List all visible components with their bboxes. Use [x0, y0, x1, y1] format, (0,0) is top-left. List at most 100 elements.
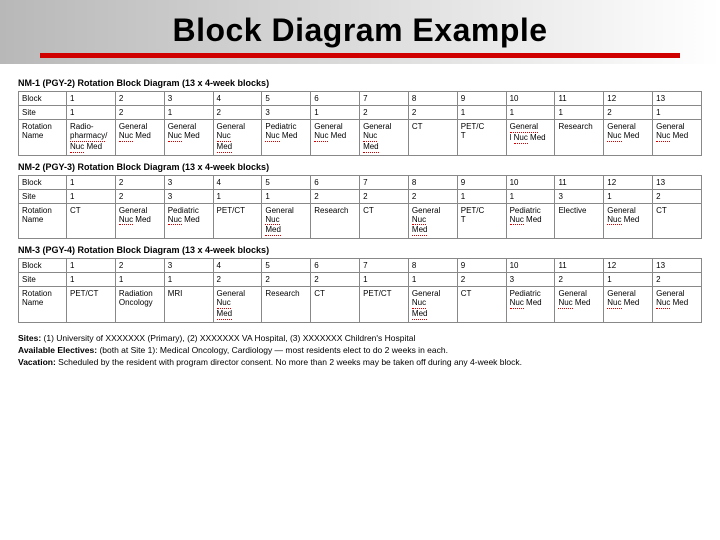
cell: 2 — [311, 189, 360, 203]
cell: CT — [457, 287, 506, 323]
cell: General NucMed — [213, 120, 262, 156]
electives-label: Available Electives: — [18, 345, 97, 355]
cell: General NucMed — [360, 120, 409, 156]
cell: Research — [555, 120, 604, 156]
cell: 7 — [360, 92, 409, 106]
row-label: Site — [19, 273, 67, 287]
table-row: Site1112221123212 — [19, 273, 702, 287]
cell: 2 — [115, 189, 164, 203]
cell: 2 — [213, 106, 262, 120]
cell: 6 — [311, 92, 360, 106]
cell: 2 — [115, 259, 164, 273]
cell: 1 — [457, 189, 506, 203]
cell: 1 — [408, 273, 457, 287]
tables-host: NM-1 (PGY-2) Rotation Block Diagram (13 … — [18, 78, 702, 323]
cell: General Nuc Med — [311, 120, 360, 156]
slide-header: Block Diagram Example — [0, 0, 720, 64]
cell: 10 — [506, 175, 555, 189]
cell: PET/CT — [457, 203, 506, 239]
cell: Radiation Oncology — [115, 287, 164, 323]
cell: PET/CT — [457, 120, 506, 156]
footer-electives: Available Electives: (both at Site 1): M… — [18, 345, 702, 357]
table-caption: NM-1 (PGY-2) Rotation Block Diagram (13 … — [18, 78, 702, 88]
footer-notes: Sites: (1) University of XXXXXXX (Primar… — [18, 333, 702, 369]
cell: 2 — [115, 175, 164, 189]
cell: 2 — [604, 106, 653, 120]
cell: 6 — [311, 259, 360, 273]
table-row: Site1231122211312 — [19, 189, 702, 203]
cell: CT — [67, 203, 116, 239]
cell: General Nuc Med — [653, 287, 702, 323]
cell: General NucMed — [408, 203, 457, 239]
cell: General Nuc Med — [604, 287, 653, 323]
table-row: Rotation NamePET/CTRadiation OncologyMRI… — [19, 287, 702, 323]
title-underline — [40, 53, 680, 58]
cell: 9 — [457, 259, 506, 273]
cell: 11 — [555, 175, 604, 189]
cell: General NucMed — [262, 203, 311, 239]
cell: 1 — [262, 189, 311, 203]
cell: 1 — [213, 189, 262, 203]
cell: General NucMed — [213, 287, 262, 323]
table-row: Block12345678910111213 — [19, 92, 702, 106]
cell: 2 — [115, 106, 164, 120]
cell: 6 — [311, 175, 360, 189]
table-caption: NM-2 (PGY-3) Rotation Block Diagram (13 … — [18, 162, 702, 172]
cell: 3 — [164, 189, 213, 203]
cell: General Nuc Med — [604, 120, 653, 156]
table-row: Rotation NameCTGeneral Nuc MedPediatric … — [19, 203, 702, 239]
cell: 10 — [506, 92, 555, 106]
row-label: Rotation Name — [19, 203, 67, 239]
cell: 2 — [213, 273, 262, 287]
table-row: Rotation NameRadio-pharmacy/Nuc MedGener… — [19, 120, 702, 156]
slide-title: Block Diagram Example — [0, 12, 720, 49]
cell: 4 — [213, 92, 262, 106]
cell: CT — [653, 203, 702, 239]
cell: Radio-pharmacy/Nuc Med — [67, 120, 116, 156]
cell: PET/CT — [67, 287, 116, 323]
cell: 1 — [67, 189, 116, 203]
cell: 2 — [457, 273, 506, 287]
cell: General Nuc Med — [604, 203, 653, 239]
cell: 1 — [115, 273, 164, 287]
cell: 1 — [67, 175, 116, 189]
cell: 10 — [506, 259, 555, 273]
row-label: Block — [19, 175, 67, 189]
cell: Elective — [555, 203, 604, 239]
table-row: Block12345678910111213 — [19, 259, 702, 273]
block-table-2: Block12345678910111213Site1231122211312R… — [18, 175, 702, 240]
cell: MRI — [164, 287, 213, 323]
cell: 2 — [262, 273, 311, 287]
cell: General NucMed — [408, 287, 457, 323]
row-label: Block — [19, 259, 67, 273]
footer-vacation: Vacation: Scheduled by the resident with… — [18, 357, 702, 369]
cell: 5 — [262, 92, 311, 106]
cell: 13 — [653, 92, 702, 106]
footer-sites: Sites: (1) University of XXXXXXX (Primar… — [18, 333, 702, 345]
cell: 2 — [653, 273, 702, 287]
cell: 2 — [408, 189, 457, 203]
cell: 1 — [164, 273, 213, 287]
cell: 3 — [164, 175, 213, 189]
cell: 9 — [457, 175, 506, 189]
cell: 7 — [360, 259, 409, 273]
cell: PET/CT — [360, 287, 409, 323]
row-label: Rotation Name — [19, 287, 67, 323]
cell: 5 — [262, 259, 311, 273]
cell: CT — [311, 287, 360, 323]
cell: 13 — [653, 259, 702, 273]
cell: 1 — [311, 106, 360, 120]
vacation-label: Vacation: — [18, 357, 56, 367]
cell: 7 — [360, 175, 409, 189]
cell: 1 — [604, 189, 653, 203]
cell: 3 — [555, 189, 604, 203]
cell: 12 — [604, 259, 653, 273]
cell: 12 — [604, 175, 653, 189]
cell: Pediatric Nuc Med — [262, 120, 311, 156]
cell: 9 — [457, 92, 506, 106]
table-caption: NM-3 (PGY-4) Rotation Block Diagram (13 … — [18, 245, 702, 255]
cell: General Nuc Med — [115, 120, 164, 156]
cell: 1 — [506, 106, 555, 120]
cell: 13 — [653, 175, 702, 189]
cell: 8 — [408, 175, 457, 189]
